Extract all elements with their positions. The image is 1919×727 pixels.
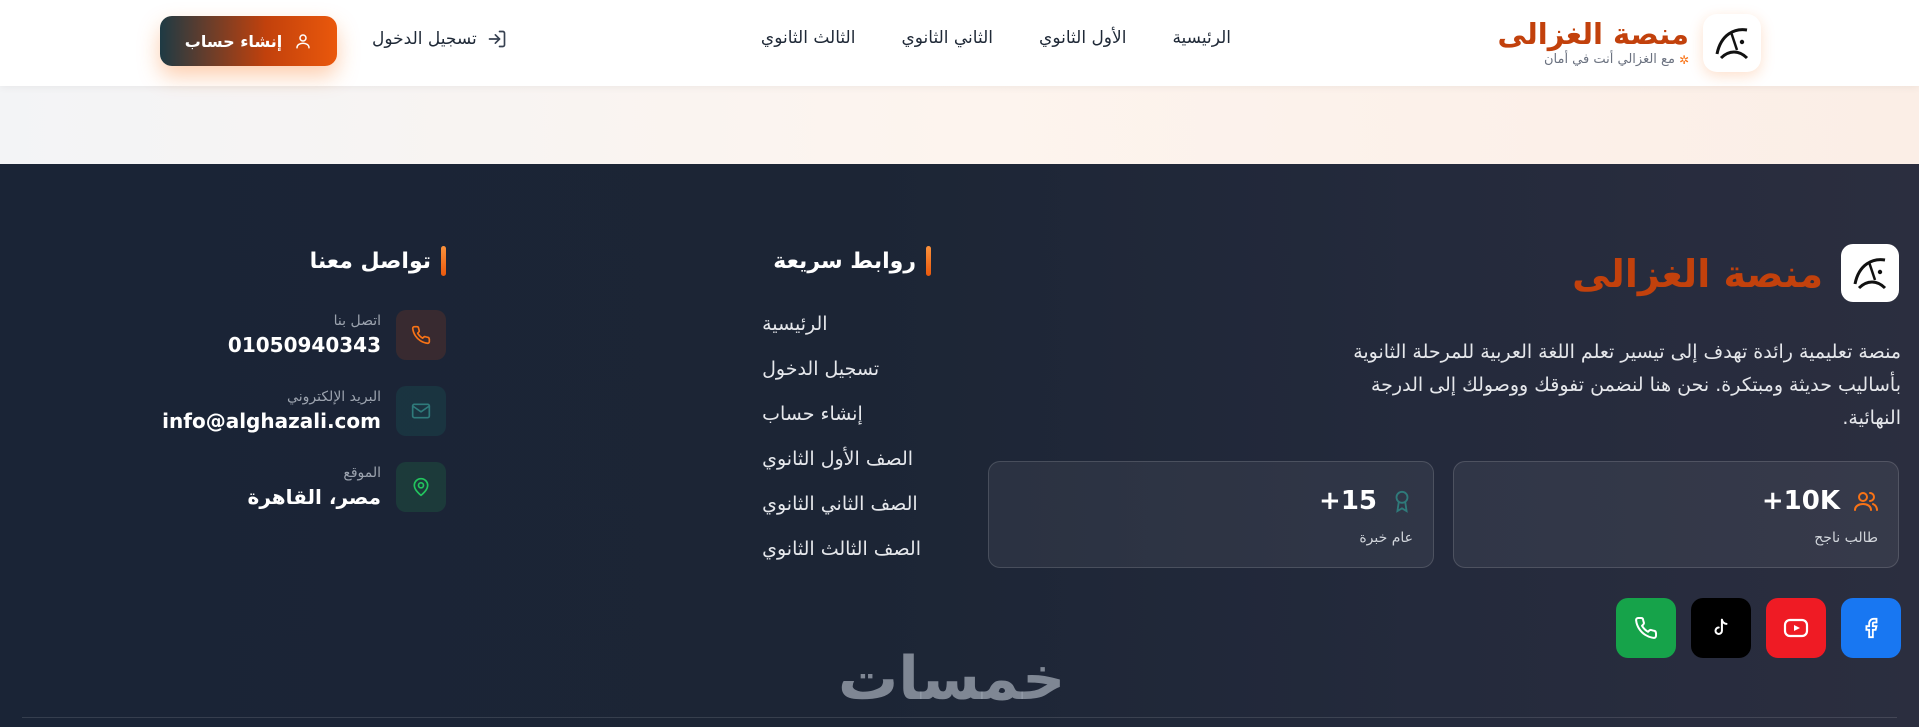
heading-accent-bar [926,246,931,276]
nav-home[interactable]: الرئيسية [1172,28,1231,48]
users-icon [1854,489,1878,513]
stat-experience: +15 عام خبرة [988,461,1434,568]
main-nav: الرئيسية الأول الثانوي الثاني الثانوي ال… [761,28,1231,48]
contact-email-value: info@alghazali.com [162,409,381,433]
contact-heading: تواصل معنا [310,246,446,276]
contact-title: تواصل معنا [309,248,431,274]
brand-title: منصة الغزالى [1497,16,1689,51]
footer-divider [22,717,1897,718]
quick-links-heading: روابط سريعة [773,246,931,276]
logo [1703,14,1761,72]
quick-links-list: الرئيسية تسجيل الدخول إنشاء حساب الصف ال… [762,310,921,563]
stat-students-label: طالب ناجح [1814,530,1878,546]
whatsapp-button[interactable] [1616,598,1676,658]
contact-location-value: مصر، القاهرة [247,485,381,509]
facebook-icon [1860,617,1882,639]
sparkle-icon: ✲ [1678,52,1689,67]
contact-email[interactable]: البريد الإلكتروني info@alghazali.com [162,386,446,436]
link-home[interactable]: الرئيسية [762,310,827,338]
brand[interactable]: منصة الغزالى ✲ مع الغزالي أنت في أمان [1498,14,1761,72]
link-signup[interactable]: إنشاء حساب [762,400,863,428]
contact-phone-label: اتصل بنا [333,313,381,329]
youtube-button[interactable] [1766,598,1826,658]
contact-location[interactable]: الموقع مصر، القاهرة [248,462,446,512]
contact-location-label: الموقع [343,465,381,481]
social-links [1616,598,1901,658]
contact-phone-value: 01050940343 [227,333,381,357]
brand-subtitle-text: مع الغزالي أنت في أمان [1543,52,1675,68]
footer-brand-title: منصة الغزالى [1572,252,1823,296]
stat-experience-label: عام خبرة [1359,530,1413,546]
facebook-button[interactable] [1841,598,1901,658]
user-icon [294,32,312,50]
nav-second-secondary[interactable]: الثاني الثانوي [901,28,993,48]
phone-icon [1634,616,1658,640]
contact-email-label: البريد الإلكتروني [287,389,381,405]
stat-students: +10K طالب ناجح [1453,461,1899,568]
heading-accent-bar [441,246,446,276]
award-icon [1391,489,1413,513]
nav-third-secondary[interactable]: الثالث الثانوي [761,28,856,48]
login-label: تسجيل الدخول [372,29,477,49]
tiktok-button[interactable] [1691,598,1751,658]
login-link[interactable]: تسجيل الدخول [372,29,507,49]
map-pin-icon [396,462,446,512]
hero-strip [0,86,1919,164]
phone-icon [396,310,446,360]
top-navbar: منصة الغزالى ✲ مع الغزالي أنت في أمان ال… [0,0,1919,86]
footer: منصة الغزالى منصة تعليمية رائدة تهدف إلى… [0,164,1919,727]
tiktok-icon [1710,617,1732,639]
link-login[interactable]: تسجيل الدخول [762,355,879,383]
youtube-icon [1783,617,1809,639]
link-third-grade[interactable]: الصف الثالث الثانوي [762,535,921,563]
mail-icon [396,386,446,436]
brand-subtitle: ✲ مع الغزالي أنت في أمان [1544,52,1689,67]
watermark: خمسات [838,644,1066,714]
link-first-grade[interactable]: الصف الأول الثانوي [762,445,913,473]
footer-logo [1841,244,1899,302]
signup-label: إنشاء حساب [184,31,283,51]
stat-students-value: +10K [1761,486,1840,516]
stat-experience-value: +15 [1319,486,1377,516]
contact-phone[interactable]: اتصل بنا 01050940343 [228,310,446,360]
signup-button[interactable]: إنشاء حساب [160,16,337,66]
nav-first-secondary[interactable]: الأول الثانوي [1039,28,1126,48]
footer-description: منصة تعليمية رائدة تهدف إلى تيسير تعلم ا… [1353,341,1901,429]
quick-links-title: روابط سريعة [773,248,916,274]
link-second-grade[interactable]: الصف الثاني الثانوي [762,490,918,518]
login-icon [487,29,507,49]
